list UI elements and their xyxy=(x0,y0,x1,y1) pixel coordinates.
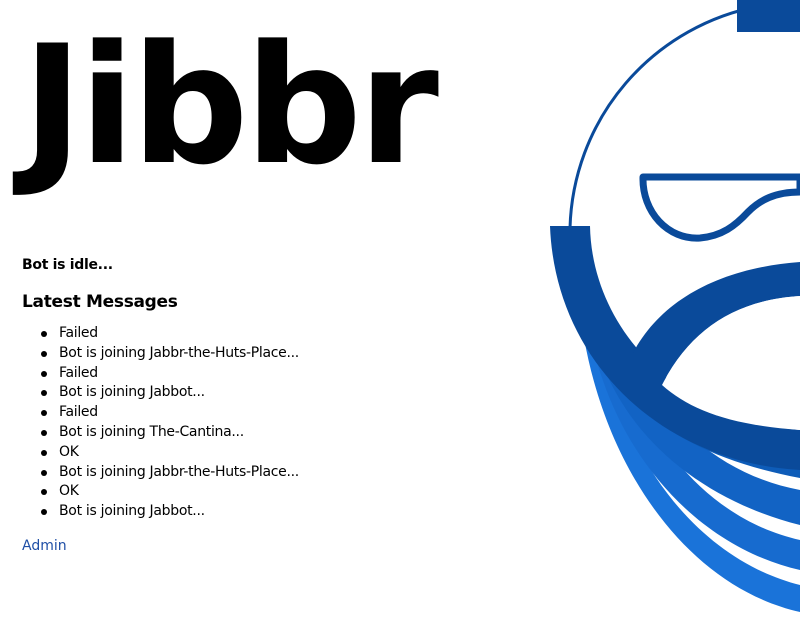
bot-status-text: Bot is idle... xyxy=(22,257,113,273)
list-item: Failed xyxy=(22,324,522,344)
message-list: Failed Bot is joining Jabbr-the-Huts-Pla… xyxy=(22,324,522,522)
message-text: OK xyxy=(59,483,79,500)
list-item: Bot is joining Jabbr-the-Huts-Place... xyxy=(22,463,522,483)
message-text: Failed xyxy=(59,404,98,421)
admin-link[interactable]: Admin xyxy=(22,537,67,555)
list-item: Bot is joining Jabbot... xyxy=(22,383,522,403)
message-text: Bot is joining Jabbot... xyxy=(59,503,205,520)
bearded-face-logo-icon xyxy=(540,0,800,637)
head-outline-arc xyxy=(568,4,761,229)
list-item: Bot is joining Jabbot... xyxy=(22,502,522,522)
message-text: Failed xyxy=(59,325,98,341)
message-text: Bot is joining Jabbot... xyxy=(59,384,205,401)
main-content: Jibbr Bot is idle... Latest Messages Fai… xyxy=(22,0,522,555)
list-item: OK xyxy=(22,482,522,502)
bullet-icon xyxy=(41,449,47,456)
bullet-icon xyxy=(41,509,47,516)
bullet-icon xyxy=(41,331,47,337)
list-item: Bot is joining The-Cantina... xyxy=(22,423,522,443)
bullet-icon xyxy=(41,410,47,417)
bullet-icon xyxy=(41,489,47,496)
brand-title: Jibbr xyxy=(22,10,439,201)
message-text: Bot is joining The-Cantina... xyxy=(59,423,244,440)
bullet-icon xyxy=(41,429,47,436)
bullet-icon xyxy=(41,370,47,377)
bullet-icon xyxy=(41,469,47,476)
message-text: Bot is joining Jabbr-the-Huts-Place... xyxy=(59,344,299,361)
eye-shape xyxy=(639,173,800,242)
list-item: OK xyxy=(22,443,522,463)
message-text: Failed xyxy=(59,364,98,381)
message-text: OK xyxy=(59,443,79,460)
bullet-icon xyxy=(41,350,47,357)
bullet-icon xyxy=(41,390,47,397)
latest-messages-heading: Latest Messages xyxy=(22,292,178,312)
message-text: Bot is joining Jabbr-the-Huts-Place... xyxy=(59,463,299,480)
list-item: Failed xyxy=(22,403,522,423)
list-item: Bot is joining Jabbr-the-Huts-Place... xyxy=(22,344,522,364)
hat-block xyxy=(737,0,800,32)
list-item: Failed xyxy=(22,364,522,384)
